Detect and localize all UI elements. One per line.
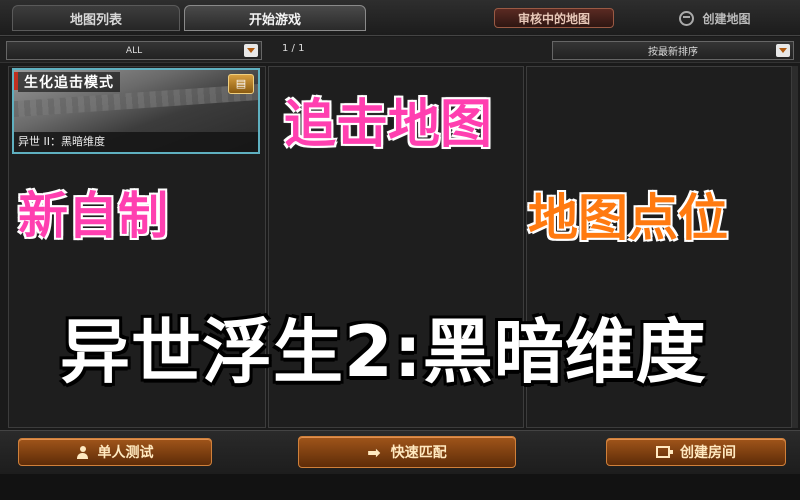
tab-start-game-label: 开始游戏	[248, 12, 301, 28]
tab-under-review[interactable]: 审核中的地图	[494, 8, 614, 28]
tab-under-review-label: 审核中的地图	[517, 11, 590, 26]
quick-match-button[interactable]: ➡ 快速匹配	[298, 436, 516, 468]
sort-select-value: 按最新排序	[648, 47, 698, 58]
chevron-down-icon[interactable]	[776, 44, 790, 57]
top-tab-bar: 地图列表 开始游戏 审核中的地图 创建地图	[0, 0, 800, 36]
category-select-value: ALL	[125, 45, 143, 56]
category-select[interactable]: ALL	[6, 41, 262, 60]
single-test-button[interactable]: 单人测试	[18, 438, 212, 466]
bottom-strip	[0, 474, 800, 500]
map-name: 异世 II：黑暗维度	[14, 132, 258, 152]
tab-start-game[interactable]: 开始游戏	[184, 5, 366, 31]
chevron-down-icon[interactable]	[244, 44, 258, 57]
tab-create-map-label: 创建地图	[702, 11, 751, 26]
sort-select[interactable]: 按最新排序	[552, 41, 794, 60]
create-room-label: 创建房间	[680, 445, 736, 461]
caption-map-points: 地图点位	[528, 189, 728, 247]
filter-row: ALL 1 / 1 按最新排序	[0, 37, 800, 63]
treasure-chest-icon: ▤	[228, 74, 254, 94]
room-icon	[656, 446, 673, 458]
page-indicator: 1 / 1	[282, 43, 305, 54]
map-mode-label: 生化追击模式	[18, 72, 120, 92]
caption-new-custom: 新自制	[18, 187, 168, 245]
caption-chase-map: 追击地图	[284, 95, 493, 155]
single-test-label: 单人测试	[97, 445, 154, 461]
tab-map-list[interactable]: 地图列表	[12, 5, 180, 31]
tab-create-map[interactable]: 创建地图	[640, 5, 790, 31]
create-room-button[interactable]: 创建房间	[606, 438, 786, 466]
caption-title: 异世浮生2:黑暗维度	[60, 311, 707, 393]
chat-bubble-icon	[679, 10, 695, 26]
quick-match-label: 快速匹配	[390, 445, 447, 461]
scrollbar[interactable]	[792, 66, 798, 428]
person-icon	[76, 445, 88, 459]
arrow-right-icon: ➡	[367, 442, 381, 462]
tab-map-list-label: 地图列表	[69, 12, 122, 28]
map-card[interactable]: 生化追击模式 ▤ 异世 II：黑暗维度	[12, 68, 260, 154]
